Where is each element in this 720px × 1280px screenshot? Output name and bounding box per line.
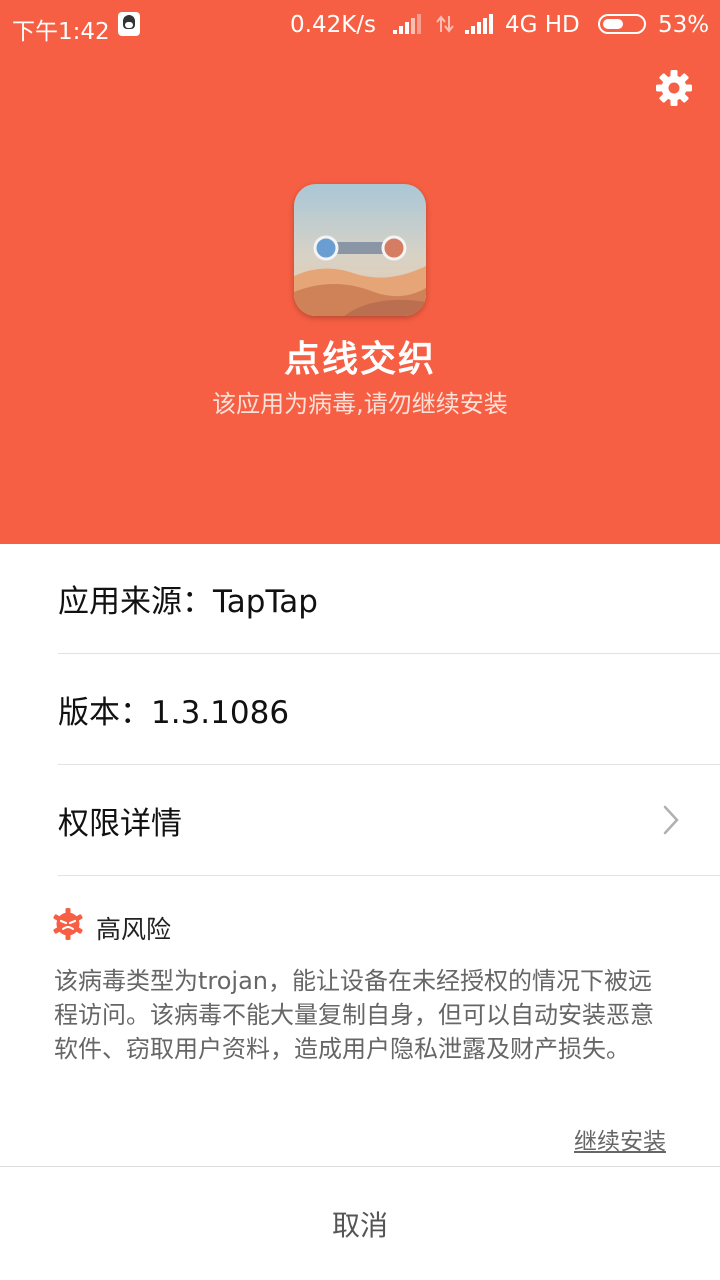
risk-level: 高风险 [96,915,172,944]
network-speed: 0.42K/s [290,12,377,38]
cancel-label: 取消 [331,1208,388,1242]
data-transfer-icon [436,15,454,33]
virus-icon [53,908,83,940]
virus-warning: 该应用为病毒,请勿继续安装 [212,390,508,418]
permissions-label: 权限详情 [58,806,182,842]
qq-icon [118,12,140,36]
header: 下午1:42 0.42K/s 4G HD 53% 点线交织 该应用为病毒,请勿继… [0,0,720,544]
gear-icon[interactable] [655,69,693,107]
chevron-right-icon [663,805,679,835]
continue-install-link[interactable]: 继续安装 [574,1122,666,1156]
battery-percent: 53% [658,12,710,38]
risk-description: 该病毒类型为trojan，能让设备在未经授权的情况下被远程访问。该病毒不能大量复… [54,967,654,1063]
version-text: 版本：1.3.1086 [58,695,290,731]
battery-icon [598,14,646,34]
status-time: 下午1:42 [12,19,110,45]
cancel-button[interactable]: 取消 [0,1166,720,1280]
permissions-row[interactable]: 权限详情 [58,766,720,876]
signal-icon [393,14,421,34]
signal-icon [465,14,493,34]
status-bar: 下午1:42 0.42K/s 4G HD 53% [0,0,720,50]
battery-fill [603,19,623,29]
app-icon [294,184,426,316]
app-name: 点线交织 [283,339,436,380]
source-text: 应用来源：TapTap [58,584,318,620]
version-row: 版本：1.3.1086 [58,655,720,765]
network-type: 4G HD [505,12,580,38]
source-row: 应用来源：TapTap [58,544,720,654]
